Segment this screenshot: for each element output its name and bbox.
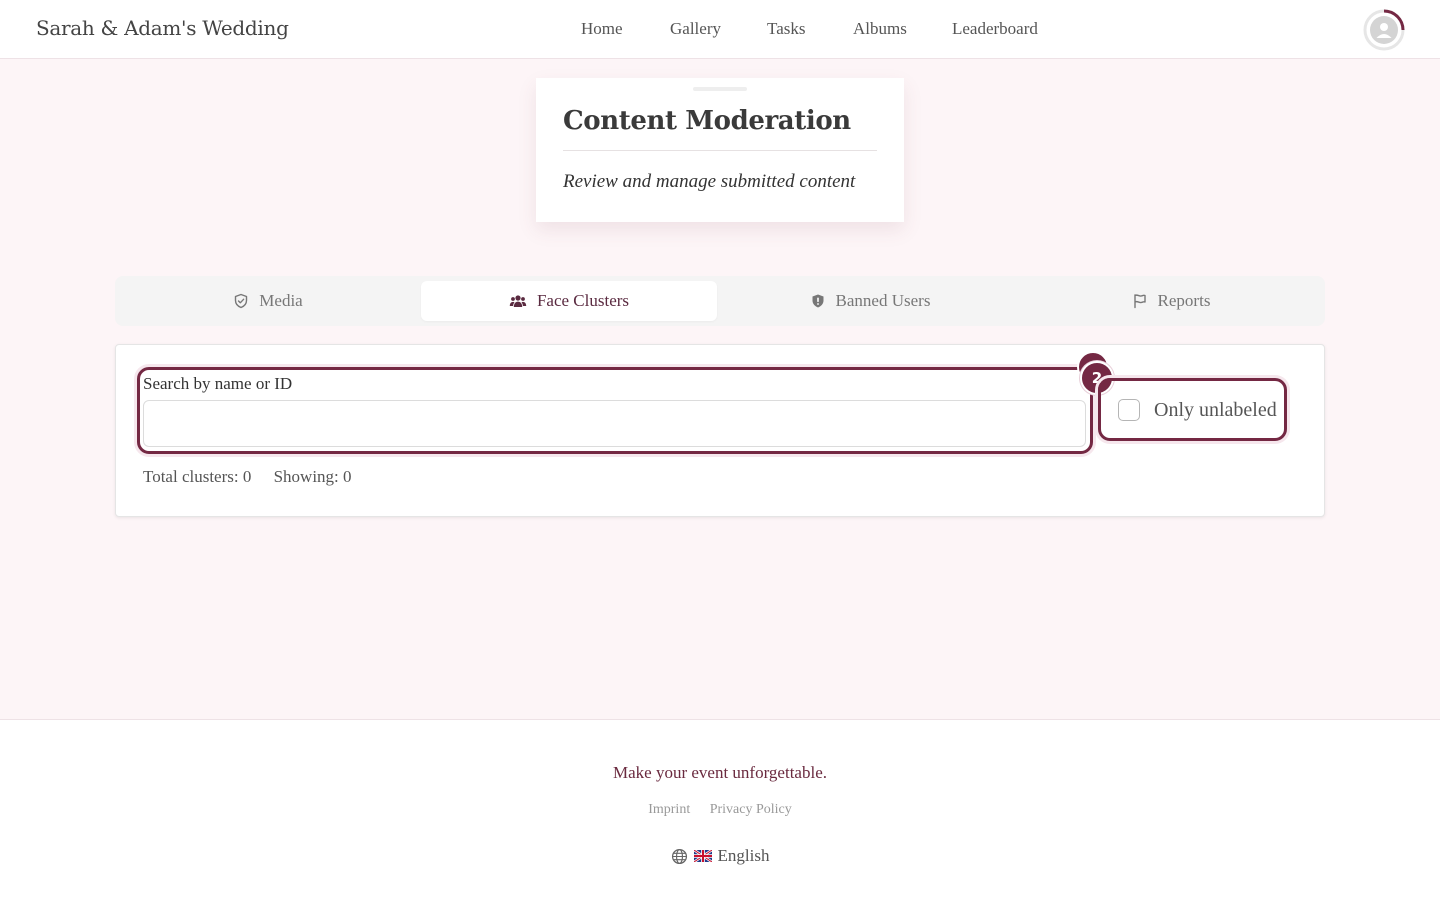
moderation-tabs: Media Face Clusters Banned Users Reports <box>115 276 1325 326</box>
tab-banned-users[interactable]: Banned Users <box>722 281 1018 321</box>
user-avatar-button[interactable] <box>1362 8 1406 52</box>
language-selector[interactable]: English <box>0 846 1440 866</box>
showing-count: Showing: 0 <box>273 467 352 486</box>
page-title: Content Moderation <box>563 106 851 136</box>
uk-flag-icon <box>693 850 712 862</box>
nav-leaderboard[interactable]: Leaderboard <box>952 19 1038 39</box>
imprint-link[interactable]: Imprint <box>648 802 690 817</box>
top-header: Sarah & Adam's Wedding Home Gallery Task… <box>0 0 1440 59</box>
cluster-stats: Total clusters: 0 Showing: 0 <box>143 467 370 487</box>
nav-albums[interactable]: Albums <box>853 19 907 39</box>
only-unlabeled-label: Only unlabeled <box>1154 399 1277 421</box>
privacy-policy-link[interactable]: Privacy Policy <box>710 802 792 817</box>
shield-check-icon <box>235 293 248 309</box>
search-label: Search by name or ID <box>143 374 293 393</box>
tab-face-clusters[interactable]: Face Clusters <box>421 281 717 321</box>
tab-face-clusters-label: Face Clusters <box>536 291 630 310</box>
footer-tagline: Make your event unforgettable. <box>612 763 827 782</box>
globe-icon <box>671 848 687 864</box>
tab-banned-users-label: Banned Users <box>835 291 931 310</box>
page-subtitle: Review and manage submitted content <box>563 171 856 192</box>
user-avatar-icon <box>1363 9 1405 51</box>
shield-alert-icon <box>812 294 824 308</box>
nav-gallery[interactable]: Gallery <box>670 19 721 39</box>
page-header-card: Content Moderation Review and manage sub… <box>536 78 904 222</box>
title-divider <box>563 150 877 151</box>
tab-media-label: Media <box>259 291 303 310</box>
tab-reports-label: Reports <box>1157 291 1211 310</box>
total-clusters-count: Total clusters: 0 <box>143 467 252 486</box>
flag-icon <box>1133 294 1146 309</box>
card-handle <box>693 87 747 91</box>
nav-home[interactable]: Home <box>581 19 623 39</box>
only-unlabeled-toggle[interactable]: Only unlabeled <box>1098 378 1287 441</box>
only-unlabeled-checkbox[interactable] <box>1118 399 1140 421</box>
language-label: English <box>717 846 770 865</box>
tab-reports[interactable]: Reports <box>1023 281 1319 321</box>
main-nav: Home Gallery Tasks Albums Leaderboard <box>0 19 1440 41</box>
footer-links: Imprint Privacy Policy <box>0 802 1440 818</box>
nav-tasks[interactable]: Tasks <box>767 19 805 39</box>
search-input[interactable] <box>143 400 1086 447</box>
users-icon <box>509 295 527 307</box>
tab-media[interactable]: Media <box>120 281 416 321</box>
page-footer: Make your event unforgettable. Imprint P… <box>0 719 1440 900</box>
face-clusters-panel: Search by name or ID 2 Only unlabeled To… <box>115 344 1325 517</box>
